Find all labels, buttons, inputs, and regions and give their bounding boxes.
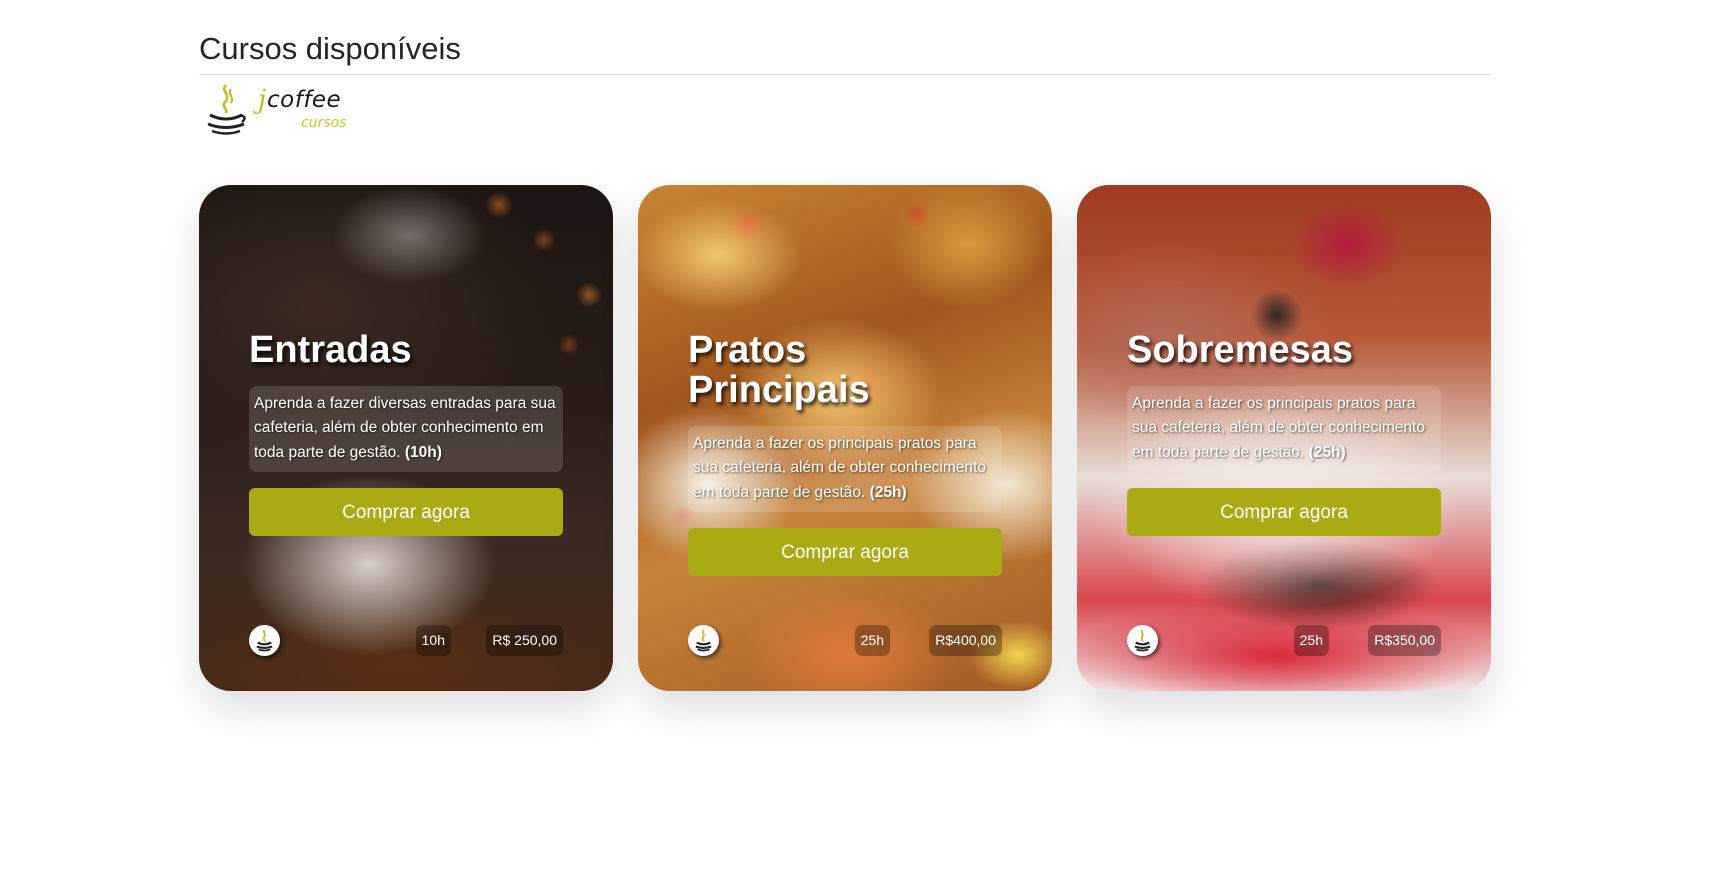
logo-letter-j: j bbox=[258, 85, 267, 115]
buy-button[interactable]: Comprar agora bbox=[688, 528, 1002, 577]
avatar bbox=[688, 625, 719, 656]
description-duration: (25h) bbox=[869, 483, 907, 501]
description-duration: (25h) bbox=[1308, 443, 1346, 461]
card-footer: 10h R$ 250,00 bbox=[249, 623, 563, 657]
card-title: Pratos Principais bbox=[688, 329, 870, 411]
price-badge: R$ 250,00 bbox=[486, 625, 563, 656]
logo-subtitle: cursos bbox=[301, 115, 347, 131]
price-badge: R$400,00 bbox=[929, 625, 1002, 656]
coffee-cup-icon bbox=[207, 84, 246, 135]
card-description: Aprenda a fazer os principais pratos par… bbox=[1127, 386, 1441, 473]
page-title: Cursos disponíveis bbox=[199, 31, 461, 66]
description-duration: (10h) bbox=[404, 443, 442, 461]
coffee-cup-icon bbox=[695, 629, 712, 652]
description-text: Aprenda a fazer os principais pratos par… bbox=[1132, 395, 1425, 461]
course-card-sobremesas: Sobremesas Aprenda a fazer os principais… bbox=[1077, 185, 1491, 691]
card-title: Sobremesas bbox=[1127, 329, 1354, 371]
card-content: Entradas Aprenda a fazer diversas entrad… bbox=[249, 329, 563, 537]
hours-badge: 25h bbox=[1293, 625, 1329, 656]
buy-button[interactable]: Comprar agora bbox=[1127, 488, 1441, 537]
main-container: Cursos disponíveis j coffee cursos Entra… bbox=[199, 0, 1491, 691]
course-cards: Entradas Aprenda a fazer diversas entrad… bbox=[199, 185, 1491, 691]
avatar bbox=[1127, 625, 1158, 656]
course-card-entradas: Entradas Aprenda a fazer diversas entrad… bbox=[199, 185, 613, 691]
coffee-cup-icon bbox=[1134, 629, 1151, 652]
card-footer: 25h R$350,00 bbox=[1127, 623, 1441, 657]
description-text: Aprenda a fazer os principais pratos par… bbox=[693, 435, 986, 501]
logo-wordmark: coffee bbox=[267, 87, 342, 113]
hours-badge: 25h bbox=[854, 625, 890, 656]
course-card-pratos-principais: Pratos Principais Aprenda a fazer os pri… bbox=[638, 185, 1052, 691]
hours-badge: 10h bbox=[415, 625, 451, 656]
card-description: Aprenda a fazer diversas entradas para s… bbox=[249, 386, 563, 473]
price-badge: R$350,00 bbox=[1368, 625, 1441, 656]
card-content: Sobremesas Aprenda a fazer os principais… bbox=[1127, 329, 1441, 537]
jcoffee-logo: j coffee cursos bbox=[204, 83, 354, 138]
buy-button[interactable]: Comprar agora bbox=[249, 488, 563, 537]
card-content: Pratos Principais Aprenda a fazer os pri… bbox=[688, 329, 1002, 577]
coffee-cup-icon bbox=[256, 629, 273, 652]
avatar bbox=[249, 625, 280, 656]
card-title: Entradas bbox=[249, 329, 412, 371]
card-description: Aprenda a fazer os principais pratos par… bbox=[688, 426, 1002, 513]
title-divider bbox=[199, 74, 1491, 75]
card-footer: 25h R$400,00 bbox=[688, 623, 1002, 657]
